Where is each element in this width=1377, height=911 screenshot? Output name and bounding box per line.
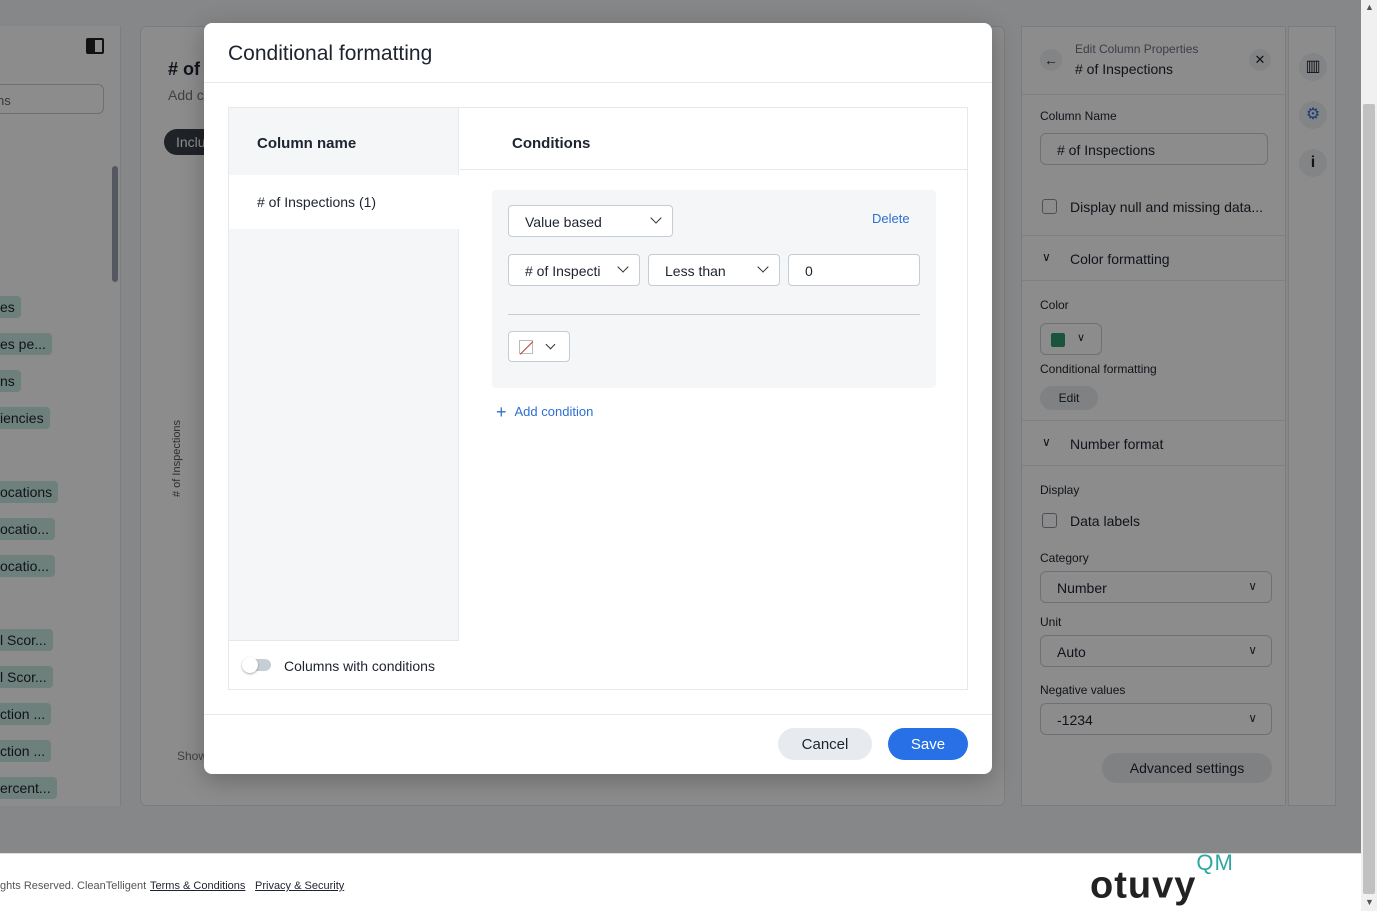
logo-text: otuvy: [1090, 864, 1197, 907]
copyright-text: ghts Reserved. CleanTelligent: [0, 880, 147, 892]
column-list: Column name # of Inspections (1) Columns…: [229, 108, 481, 689]
chevron-down-icon: [650, 212, 662, 224]
scroll-up-icon[interactable]: ▲: [1365, 2, 1374, 12]
save-button[interactable]: Save: [888, 728, 968, 760]
dialog-body: Column name # of Inspections (1) Columns…: [228, 107, 968, 690]
condition-type-select[interactable]: Value based: [508, 205, 673, 237]
columns-with-conditions-row: Columns with conditions: [229, 640, 459, 689]
condition-card: Value based Delete # of Inspecti Less th…: [492, 190, 936, 388]
divider: [460, 169, 967, 170]
columns-with-conditions-label: Columns with conditions: [284, 658, 435, 674]
column-item-label: # of Inspections (1): [257, 194, 377, 210]
condition-field-value: # of Inspecti: [525, 263, 601, 279]
plus-icon: +: [496, 402, 507, 422]
column-name-header: Column name: [257, 135, 357, 152]
privacy-link[interactable]: Privacy & Security: [255, 880, 344, 892]
otuvy-logo: otuvyQM: [1090, 850, 1234, 908]
condition-value-input[interactable]: 0: [788, 254, 920, 286]
chevron-down-icon: [617, 261, 629, 273]
condition-operator-select[interactable]: Less than: [648, 254, 780, 286]
condition-field-select[interactable]: # of Inspecti: [508, 254, 640, 286]
logo-suffix: QM: [1196, 850, 1234, 875]
divider: [204, 714, 992, 715]
add-condition-label: Add condition: [514, 404, 594, 419]
page-scrollbar[interactable]: ▲ ▼: [1361, 0, 1377, 911]
dialog-title: Conditional formatting: [228, 42, 433, 65]
conditions-panel: Conditions Value based Delete # of Inspe…: [460, 108, 967, 689]
add-condition-button[interactable]: + Add condition: [496, 402, 593, 423]
chevron-down-icon: [757, 261, 769, 273]
conditional-formatting-dialog: Conditional formatting Column name # of …: [204, 23, 992, 774]
divider: [508, 314, 920, 315]
condition-operator-value: Less than: [665, 263, 726, 279]
chevron-down-icon: [545, 339, 556, 350]
scrollbar-thumb[interactable]: [1363, 104, 1375, 894]
divider: [204, 82, 992, 83]
delete-condition-link[interactable]: Delete: [872, 211, 910, 226]
columns-with-conditions-toggle[interactable]: [242, 657, 271, 673]
cancel-button[interactable]: Cancel: [778, 728, 872, 760]
format-color-picker[interactable]: [508, 331, 570, 362]
condition-type-value: Value based: [525, 214, 602, 230]
no-color-icon: [519, 340, 533, 354]
footer: ghts Reserved. CleanTelligent Terms & Co…: [0, 850, 1361, 911]
conditions-header: Conditions: [512, 135, 591, 152]
scroll-down-icon[interactable]: ▼: [1365, 897, 1374, 907]
terms-link[interactable]: Terms & Conditions: [150, 880, 245, 892]
column-list-item[interactable]: # of Inspections (1): [229, 175, 481, 229]
